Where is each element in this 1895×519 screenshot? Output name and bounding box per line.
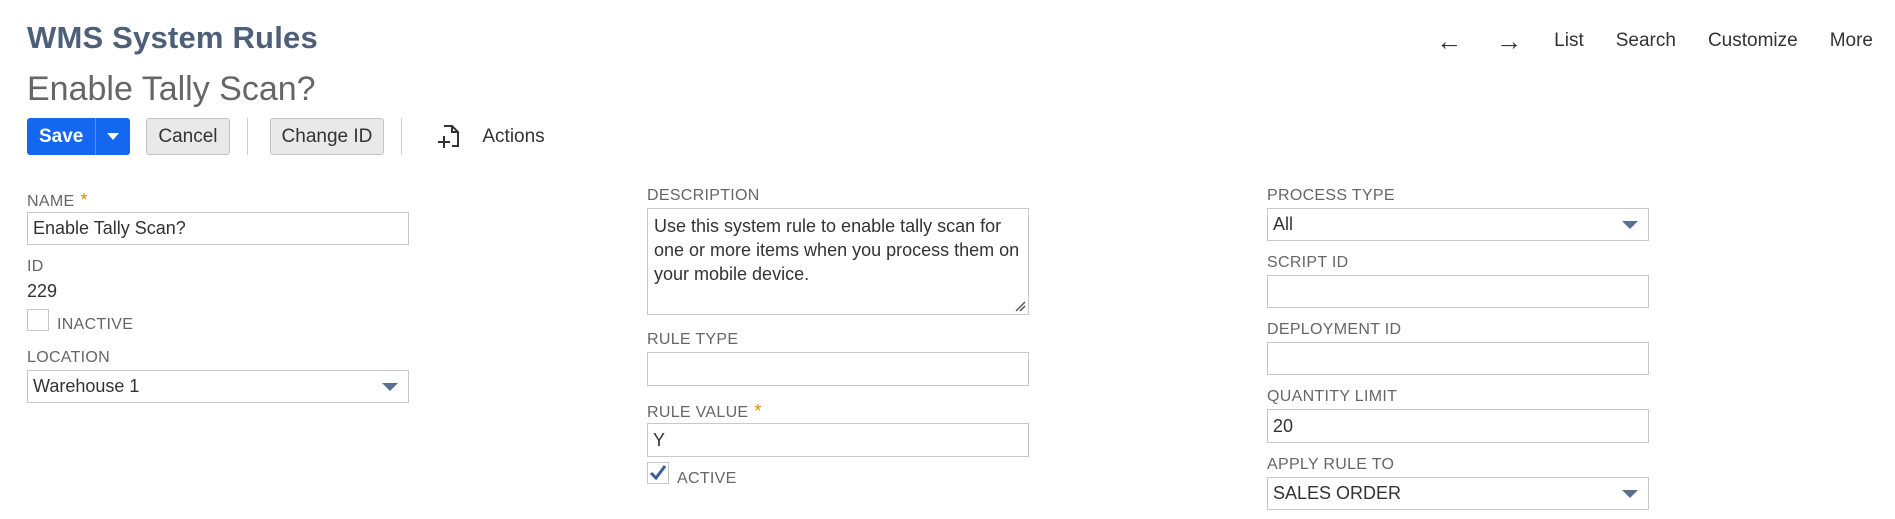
process-type-label: PROCESS TYPE [1267,187,1395,204]
id-label: ID [27,258,44,275]
name-input[interactable]: Enable Tally Scan? [27,212,409,245]
save-button-group: Save [27,118,131,155]
location-value: Warehouse 1 [33,376,140,396]
search-link[interactable]: Search [1616,30,1676,52]
back-arrow-icon[interactable]: ← [1436,28,1462,54]
script-id-label: SCRIPT ID [1267,254,1349,271]
record-name: Enable Tally Scan? [27,70,316,108]
toolbar-divider [246,118,248,155]
description-text: Use this system rule to enable tally sca… [654,216,1020,284]
deployment-id-input[interactable] [1267,342,1649,375]
cancel-button[interactable]: Cancel [146,118,230,155]
add-document-icon[interactable] [438,124,460,150]
description-textarea[interactable]: Use this system rule to enable tally sca… [647,208,1029,315]
rule-value-input[interactable]: Y [647,423,1029,457]
rule-type-label: RULE TYPE [647,331,739,348]
id-value: 229 [27,281,58,301]
top-nav: ← → List Search Customize More [1436,28,1873,54]
quantity-limit-label: QUANTITY LIMIT [1267,388,1398,405]
process-type-value: All [1273,214,1294,234]
save-options-button[interactable] [96,118,130,155]
page-title: WMS System Rules [27,20,318,55]
script-id-input[interactable] [1267,275,1649,308]
toolbar: Save Cancel Change ID Actions [27,118,545,155]
chevron-down-icon [1622,489,1638,498]
actions-menu[interactable]: Actions [482,126,544,148]
save-button[interactable]: Save [27,118,97,155]
active-checkbox[interactable] [647,462,669,484]
forward-arrow-icon[interactable]: → [1496,28,1522,54]
inactive-label: INACTIVE [57,316,134,333]
chevron-down-icon [382,382,398,391]
customize-link[interactable]: Customize [1708,30,1798,52]
chevron-down-icon [107,133,120,140]
resize-handle-icon[interactable] [1014,300,1026,312]
apply-rule-to-value: SALES ORDER [1273,483,1402,503]
location-select[interactable]: Warehouse 1 [27,370,409,403]
active-label: ACTIVE [677,470,737,487]
required-marker: * [754,401,762,421]
checkmark-icon [649,465,667,481]
apply-rule-to-label: APPLY RULE TO [1267,456,1395,473]
chevron-down-icon [1622,220,1638,229]
apply-rule-to-select[interactable]: SALES ORDER [1267,477,1649,510]
rule-type-input[interactable] [647,352,1029,386]
more-link[interactable]: More [1830,30,1873,52]
process-type-select[interactable]: All [1267,208,1649,241]
rule-value-label: RULE VALUE * [647,401,762,421]
list-link[interactable]: List [1554,30,1584,52]
inactive-checkbox[interactable] [27,309,49,331]
toolbar-divider [401,118,403,155]
deployment-id-label: DEPLOYMENT ID [1267,321,1402,338]
quantity-limit-input[interactable]: 20 [1267,409,1649,443]
change-id-button[interactable]: Change ID [269,118,385,155]
name-label: NAME * [27,190,88,210]
required-marker: * [80,190,88,210]
location-label: LOCATION [27,349,111,366]
description-label: DESCRIPTION [647,187,760,204]
